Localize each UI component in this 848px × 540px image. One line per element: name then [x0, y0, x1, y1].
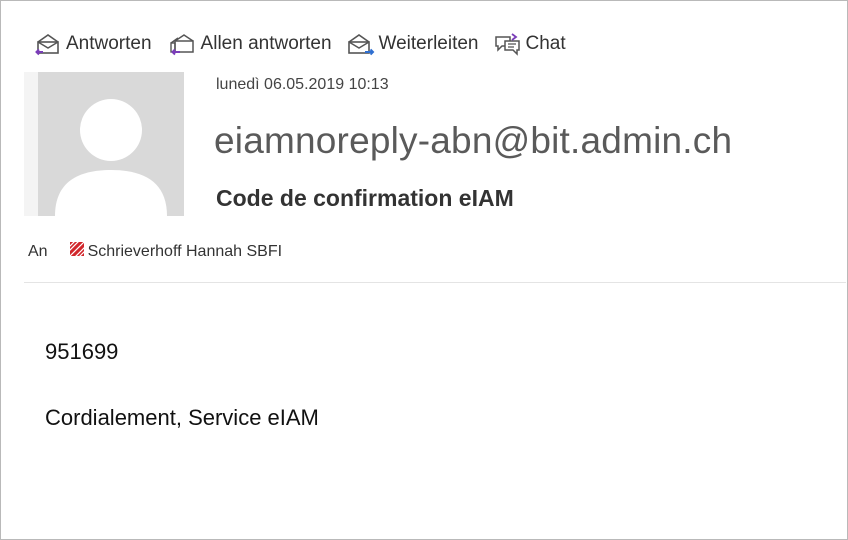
chat-button[interactable]: Chat — [493, 32, 566, 56]
message-subject: Code de confirmation eIAM — [216, 185, 514, 211]
sender-avatar — [24, 72, 184, 216]
chat-icon — [493, 32, 523, 56]
forward-button[interactable]: Weiterleiten — [346, 32, 479, 56]
forward-label: Weiterleiten — [378, 33, 479, 54]
recipient-chip[interactable]: Schrieverhoff Hannah SBFI — [67, 239, 283, 261]
body-signature: Cordialement, Service eIAM — [45, 405, 319, 430]
reply-icon — [33, 32, 63, 56]
header-divider — [24, 282, 846, 283]
avatar-placeholder-icon — [55, 99, 167, 216]
to-label: An — [28, 242, 48, 260]
recipient-name: Schrieverhoff Hannah SBFI — [87, 242, 283, 260]
reply-label: Antworten — [66, 33, 152, 54]
reply-all-icon — [166, 32, 198, 56]
forward-icon — [346, 32, 376, 56]
recipient-row: An Schrieverhoff Hannah SBFI — [28, 239, 283, 261]
confirmation-code: 951699 — [45, 339, 119, 364]
reply-button[interactable]: Antworten — [33, 32, 152, 56]
reply-all-label: Allen antworten — [200, 33, 332, 54]
chat-label: Chat — [525, 33, 566, 54]
message-date: lunedì 06.05.2019 10:13 — [216, 76, 389, 93]
sender-address[interactable]: eiamnoreply-abn@bit.admin.ch — [214, 120, 732, 162]
reply-all-button[interactable]: Allen antworten — [166, 32, 332, 56]
recipient-status-icon — [67, 239, 87, 261]
message-toolbar: Antworten Allen antworten Weiterleiten C… — [33, 30, 566, 58]
